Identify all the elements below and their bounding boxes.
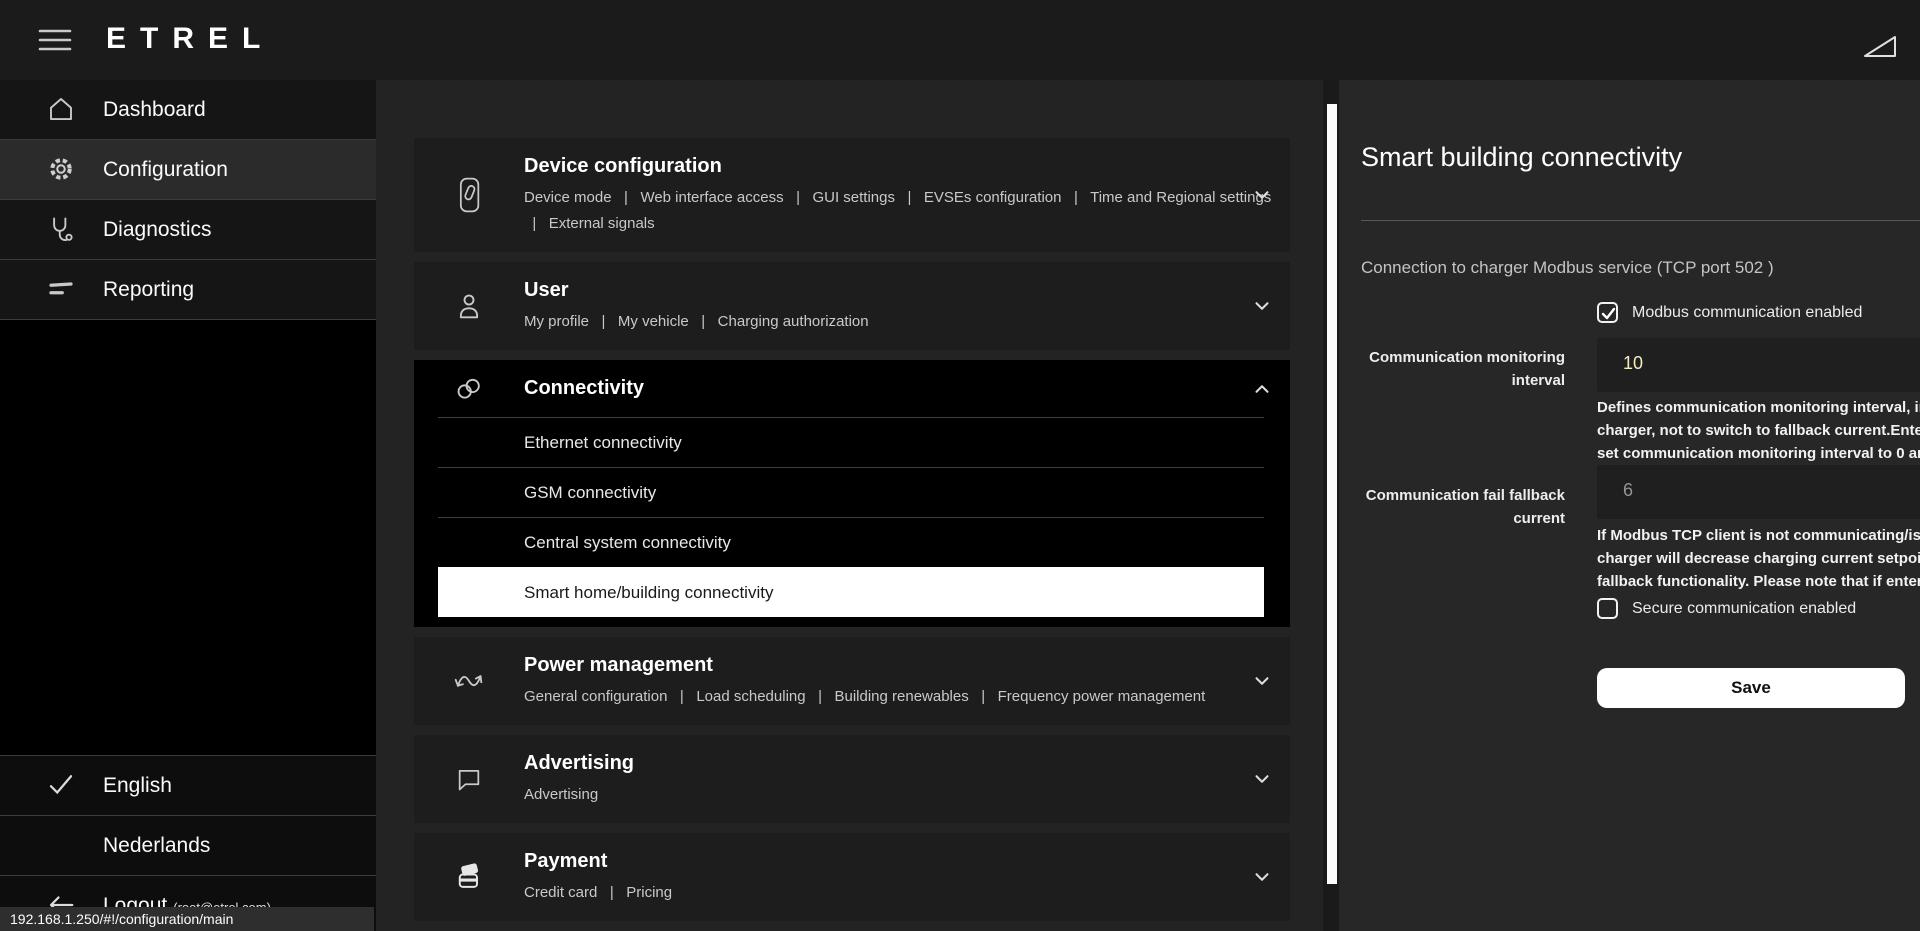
secure-communication-checkbox-row[interactable]: Secure communication enabled [1597,598,1856,619]
user-icon [414,262,524,350]
save-button[interactable]: Save [1597,668,1905,708]
sidebar-item-label: Reporting [103,278,194,302]
connectivity-subitems: Ethernet connectivity GSM connectivity C… [438,417,1264,617]
etrel-logo: ETREL [106,22,274,56]
panel-title: Smart building connectivity [1361,142,1682,173]
section-subtitle: | External signals [524,211,1234,237]
language-item-english[interactable]: English [0,755,376,815]
communication-monitoring-interval-label: Communication monitoring interval [1339,346,1565,392]
section-connectivity-header[interactable]: Connectivity [414,360,1290,417]
section-title: User [524,277,1234,304]
stethoscope-icon [46,214,78,246]
hamburger-menu-icon[interactable] [38,24,74,56]
section-advertising[interactable]: Advertising Advertising [414,735,1290,823]
section-title: Connectivity [524,375,1234,402]
section-power-management[interactable]: Power management General configuration |… [414,637,1290,725]
chevron-down-icon[interactable] [1234,735,1290,823]
language-item-nederlands[interactable]: Nederlands [0,815,376,875]
signal-triangle-icon[interactable] [1862,32,1898,60]
connectivity-item-ethernet[interactable]: Ethernet connectivity [438,417,1264,467]
report-bars-icon [46,274,78,306]
connection-note: Connection to charger Modbus service (TC… [1361,258,1774,278]
wave-icon [414,637,524,725]
language-label: Nederlands [103,834,210,858]
fail-fallback-current-label: Communication fail fallback current [1339,484,1565,530]
section-subtitle: Device mode | Web interface access | GUI… [524,185,1234,211]
section-title: Device configuration [524,153,1234,180]
configuration-accordion: Device configuration Device mode | Web i… [414,138,1290,931]
section-subtitle: General configuration | Load scheduling … [524,684,1234,710]
topbar: ETREL [0,0,1920,80]
chevron-down-icon[interactable] [1234,833,1290,921]
section-payment[interactable]: Payment Credit card | Pricing [414,833,1290,921]
sidebar-bottom-block: English Nederlands Logout(root@etrel.com… [0,755,376,931]
section-connectivity: Connectivity Ethernet connectivity GSM c… [414,360,1290,627]
modbus-enabled-checkbox[interactable] [1597,302,1618,323]
secure-communication-checkbox[interactable] [1597,598,1618,619]
home-icon [46,94,78,126]
sidebar-item-diagnostics[interactable]: Diagnostics [0,200,376,260]
panel-divider [1361,220,1920,221]
main-content: Device configuration Device mode | Web i… [376,80,1920,931]
sidebar-item-configuration[interactable]: Configuration [0,140,376,200]
section-title: Advertising [524,750,1234,777]
checkmark-icon [46,770,78,802]
speech-bubble-icon [414,735,524,823]
section-title: Payment [524,848,1234,875]
secure-communication-label: Secure communication enabled [1632,600,1856,618]
gear-icon [46,154,78,186]
status-url-tooltip: 192.168.1.250/#!/configuration/main [0,907,374,931]
section-subtitle: My profile | My vehicle | Charging autho… [524,309,1234,335]
section-subtitle: Advertising [524,782,1234,808]
device-icon [414,138,524,252]
sidebar-item-label: Dashboard [103,98,206,122]
fail-fallback-current-help: If Modbus TCP client is not communicatin… [1597,524,1920,593]
connectivity-item-central-system[interactable]: Central system connectivity [438,517,1264,567]
sidebar: Dashboard Configuration Diagnostics [0,80,376,931]
chevron-down-icon[interactable] [1234,637,1290,725]
credit-card-icon [414,833,524,921]
section-subtitle: Credit card | Pricing [524,880,1234,906]
connectivity-item-smart-home-building[interactable]: Smart home/building connectivity [438,567,1264,617]
modbus-enabled-checkbox-row[interactable]: Modbus communication enabled [1597,302,1862,323]
communication-monitoring-interval-input[interactable]: 10 [1597,338,1920,392]
smart-building-connectivity-panel: Smart building connectivity Connection t… [1339,80,1920,931]
etrel-configuration-app: ETREL Dashboard Configuration [0,0,1920,931]
section-device-configuration[interactable]: Device configuration Device mode | Web i… [414,138,1290,252]
sidebar-item-dashboard[interactable]: Dashboard [0,80,376,140]
link-rings-icon [414,360,524,417]
section-user[interactable]: User My profile | My vehicle | Charging … [414,262,1290,350]
chevron-down-icon[interactable] [1234,262,1290,350]
language-label: English [103,774,172,798]
modbus-enabled-label: Modbus communication enabled [1632,304,1862,322]
sidebar-item-reporting[interactable]: Reporting [0,260,376,320]
sidebar-item-label: Configuration [103,158,228,182]
chevron-down-icon[interactable] [1234,138,1290,252]
scrollbar-thumb[interactable] [1327,104,1337,884]
chevron-up-icon[interactable] [1234,360,1290,417]
communication-monitoring-interval-help: Defines communication monitoring interva… [1597,396,1920,465]
fail-fallback-current-input[interactable]: 6 [1597,465,1920,519]
sidebar-item-label: Diagnostics [103,218,212,242]
section-title: Power management [524,652,1234,679]
connectivity-item-gsm[interactable]: GSM connectivity [438,467,1264,517]
